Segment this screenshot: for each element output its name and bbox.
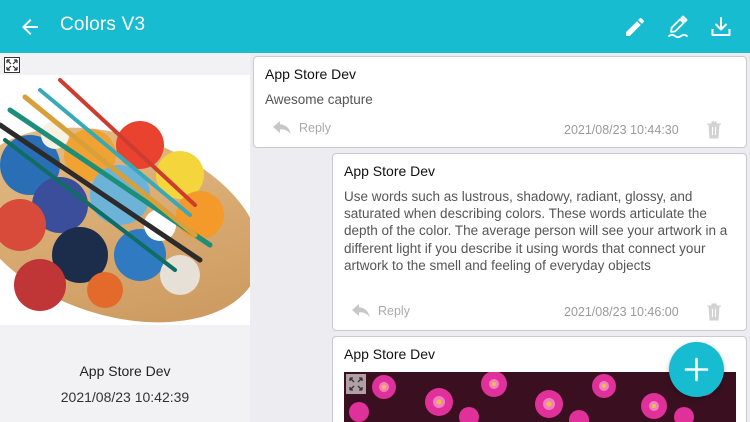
comment-author: App Store Dev (344, 163, 436, 179)
app-bar: Colors V3 (0, 0, 750, 53)
comment-author: App Store Dev (344, 346, 436, 362)
reply-icon (352, 304, 370, 318)
edit-sign-icon[interactable] (666, 15, 690, 39)
comment-timestamp: 2021/08/23 10:44:30 (564, 123, 679, 137)
trash-icon[interactable] (706, 121, 722, 139)
pencil-icon[interactable] (623, 15, 647, 39)
reply-label: Reply (299, 121, 331, 135)
comment-card: App Store Dev Awesome capture Reply 2021… (253, 56, 747, 148)
artwork-image[interactable] (0, 75, 250, 325)
comment-text: Awesome capture (265, 92, 373, 107)
reply-button[interactable]: Reply (273, 121, 331, 135)
page-title: Colors V3 (60, 14, 146, 35)
reply-label: Reply (378, 304, 410, 318)
plus-icon (684, 357, 709, 382)
expand-icon[interactable] (346, 374, 366, 394)
trash-icon[interactable] (706, 303, 722, 321)
comment-card: App Store Dev Use words such as lustrous… (332, 153, 747, 331)
artwork-author: App Store Dev (79, 363, 171, 379)
palette-brushes-illustration (0, 78, 250, 323)
comment-timestamp: 2021/08/23 10:46:00 (564, 305, 679, 319)
arrow-left-icon[interactable] (18, 15, 42, 39)
reply-button[interactable]: Reply (352, 304, 410, 318)
artwork-panel: App Store Dev 2021/08/23 10:42:39 (0, 53, 250, 422)
download-icon[interactable] (709, 15, 733, 39)
comment-author: App Store Dev (265, 66, 357, 82)
reply-icon (273, 121, 291, 135)
add-comment-button[interactable] (669, 342, 724, 397)
expand-icon[interactable] (4, 57, 20, 73)
artwork-timestamp: 2021/08/23 10:42:39 (60, 389, 190, 405)
comment-text: Use words such as lustrous, shadowy, rad… (344, 189, 728, 273)
